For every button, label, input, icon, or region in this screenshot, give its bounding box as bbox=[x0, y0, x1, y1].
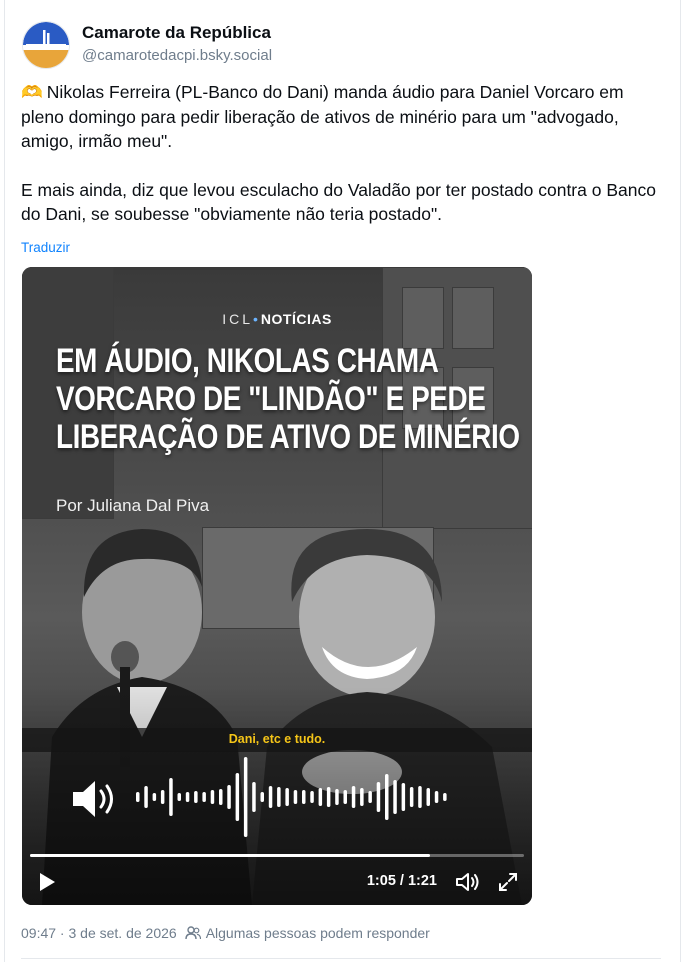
waveform-bar bbox=[185, 792, 190, 802]
video-brand: ICL•NOTÍCIAS bbox=[222, 311, 332, 327]
progress-fill bbox=[30, 854, 431, 857]
volume-icon[interactable] bbox=[454, 870, 480, 894]
waveform-bar bbox=[160, 790, 165, 804]
waveform-bar bbox=[235, 773, 240, 821]
waveform-bar bbox=[194, 791, 198, 803]
waveform-bar bbox=[409, 787, 414, 807]
brand-left: ICL bbox=[222, 311, 253, 327]
waveform-bar bbox=[376, 782, 381, 812]
people-icon bbox=[184, 926, 201, 940]
waveform-bar bbox=[277, 787, 281, 807]
play-icon[interactable] bbox=[36, 871, 58, 893]
video-player[interactable]: ICL•NOTÍCIAS EM ÁUDIO, NIKOLAS CHAMA VOR… bbox=[22, 267, 532, 905]
video-progress-bar[interactable] bbox=[30, 854, 524, 857]
waveform-bar bbox=[335, 789, 339, 805]
waveform-bar bbox=[368, 791, 372, 803]
waveform-bar bbox=[310, 791, 314, 803]
waveform-bar bbox=[318, 788, 323, 806]
waveform-bar bbox=[227, 785, 231, 809]
heart-hands-icon: 🫶 bbox=[21, 82, 43, 102]
author-name[interactable]: Camarote da República bbox=[82, 23, 271, 43]
fullscreen-icon[interactable] bbox=[496, 870, 520, 894]
waveform-bar bbox=[393, 780, 397, 814]
audio-waveform bbox=[136, 757, 447, 837]
waveform-bar bbox=[401, 783, 406, 811]
waveform-bar bbox=[210, 790, 215, 804]
waveform-bar bbox=[343, 790, 347, 804]
video-caption: Dani, etc e tudo. bbox=[228, 732, 326, 746]
waveform-bar bbox=[219, 789, 223, 805]
reply-setting[interactable]: Algumas pessoas podem responder bbox=[206, 925, 430, 941]
post-timestamp[interactable]: 09:47 · 3 de set. de 2026 bbox=[21, 925, 177, 941]
speaker-icon bbox=[73, 781, 113, 817]
post-divider bbox=[21, 958, 661, 959]
headline-line: LIBERAÇÃO DE ATIVO DE MINÉRIO bbox=[56, 418, 520, 456]
waveform-bar bbox=[418, 786, 422, 808]
waveform-bar bbox=[302, 790, 306, 804]
waveform-bar bbox=[260, 792, 264, 802]
author-handle[interactable]: @camarotedacpi.bsky.social bbox=[82, 47, 272, 64]
waveform-bar bbox=[243, 757, 248, 837]
waveform-bar bbox=[434, 791, 439, 803]
waveform-bar bbox=[268, 786, 273, 808]
waveform-bar bbox=[169, 778, 173, 816]
waveform-bar bbox=[293, 790, 298, 804]
waveform-bar bbox=[136, 792, 140, 802]
waveform-bar bbox=[385, 774, 389, 820]
headline-line: EM ÁUDIO, NIKOLAS CHAMA bbox=[56, 342, 439, 380]
author-avatar[interactable] bbox=[22, 21, 70, 69]
waveform-bar bbox=[152, 793, 157, 801]
translate-link[interactable]: Traduzir bbox=[21, 240, 70, 255]
waveform-bar bbox=[285, 788, 289, 806]
post-paragraph-1: 🫶 Nikolas Ferreira (PL-Banco do Dani) man… bbox=[21, 82, 624, 151]
post-paragraph-2: E mais ainda, diz que levou esculacho do… bbox=[21, 179, 656, 225]
waveform-bar bbox=[443, 793, 447, 801]
waveform-bar bbox=[360, 788, 364, 806]
brand-right: NOTÍCIAS bbox=[260, 311, 332, 327]
headline-line: VORCARO DE "LINDÃO" E PEDE bbox=[56, 380, 486, 418]
waveform-bar bbox=[351, 786, 356, 808]
waveform-bar bbox=[326, 787, 331, 807]
video-time: 1:05 / 1:21 bbox=[366, 873, 437, 889]
waveform-bar bbox=[252, 782, 256, 812]
video-byline: Por Juliana Dal Piva bbox=[56, 496, 210, 515]
waveform-bar bbox=[426, 788, 430, 806]
waveform-bar bbox=[144, 786, 148, 808]
waveform-bar bbox=[177, 793, 181, 801]
post-body: 🫶 Nikolas Ferreira (PL-Banco do Dani) man… bbox=[21, 80, 661, 227]
video-headline: EM ÁUDIO, NIKOLAS CHAMA VORCARO DE "LIND… bbox=[56, 342, 520, 456]
waveform-bar bbox=[202, 792, 206, 802]
post-meta: 09:47 · 3 de set. de 2026 Algumas pessoa… bbox=[21, 925, 430, 941]
